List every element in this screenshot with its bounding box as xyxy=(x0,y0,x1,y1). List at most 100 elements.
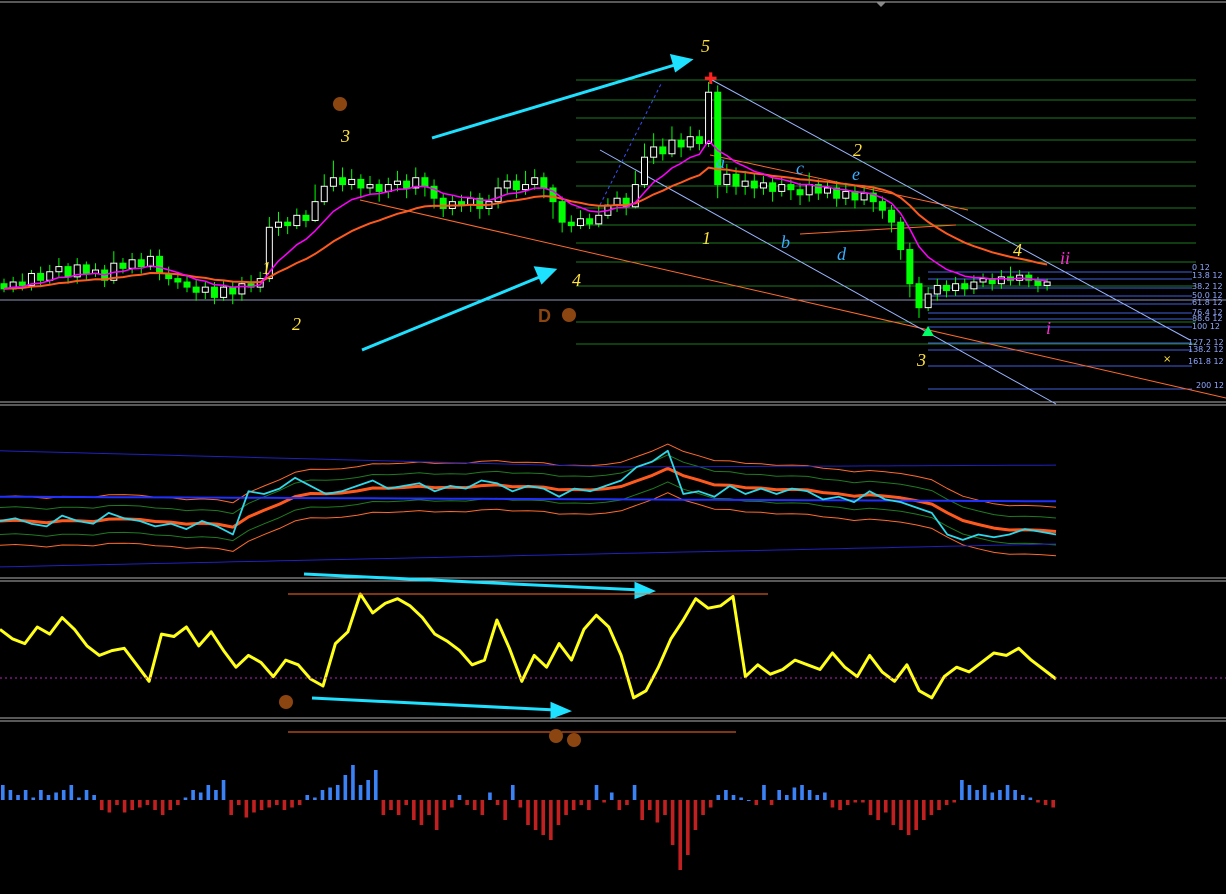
wave-label: 2 xyxy=(292,314,301,334)
hist-bar-down xyxy=(602,800,606,803)
hist-bar-down xyxy=(579,800,584,805)
hist-bar-up xyxy=(214,790,218,800)
hist-bar-down xyxy=(282,800,287,810)
hist-bar-up xyxy=(1,785,5,800)
hist-bar-down xyxy=(275,800,279,805)
candle-bull xyxy=(531,177,539,186)
hist-bar-down xyxy=(427,800,431,815)
hist-bar-down xyxy=(153,800,157,810)
hist-bar-down xyxy=(145,800,150,805)
candle-bear xyxy=(1034,279,1042,286)
hist-bar-up xyxy=(1005,785,1010,800)
hist-bar-down xyxy=(168,800,173,810)
hist-bar-down xyxy=(929,800,934,815)
hist-bar-up xyxy=(990,792,995,800)
hist-bar-down xyxy=(944,800,949,805)
hist-bar-up xyxy=(77,797,81,800)
hist-bar-up xyxy=(1028,797,1033,800)
candle-bull xyxy=(924,293,932,309)
hist-bar-up xyxy=(358,785,363,800)
hist-bar-up xyxy=(8,790,13,800)
wave-label: 4 xyxy=(1013,240,1022,260)
hist-bar-down xyxy=(518,800,523,808)
candle-bull xyxy=(348,178,356,186)
hist-bar-down xyxy=(503,800,507,820)
hist-bar-down xyxy=(1051,800,1055,808)
wave-label: 1 xyxy=(262,258,271,278)
hist-bar-down xyxy=(830,800,835,808)
fib-label-13: 13.8 12 xyxy=(1192,271,1223,280)
hist-bar-down xyxy=(115,800,119,805)
candle-bull xyxy=(979,278,987,283)
candle-bull xyxy=(275,221,282,228)
candle-bear xyxy=(210,286,218,298)
fib-label-61: 61.8 12 xyxy=(1192,298,1223,307)
candle-bear xyxy=(302,214,310,221)
hist-bar-up xyxy=(54,792,58,800)
hist-bar-down xyxy=(906,800,911,835)
wave-label: d xyxy=(837,244,847,264)
candle-bear xyxy=(174,278,182,283)
candle-bull xyxy=(668,139,676,155)
chart-background xyxy=(0,0,1226,894)
candle-bull xyxy=(842,190,850,199)
candle-bull xyxy=(576,218,584,227)
candle-bear xyxy=(878,201,886,211)
hist-bar-up xyxy=(975,790,979,800)
candle-bear xyxy=(512,180,520,191)
candle-bear xyxy=(897,221,905,251)
candle-bear xyxy=(82,264,90,274)
candle-bull xyxy=(1043,281,1051,286)
candle-bear xyxy=(119,262,127,269)
hist-bar-up xyxy=(328,787,332,800)
hist-bar-down xyxy=(495,800,500,805)
hist-bar-up xyxy=(488,792,492,800)
hist-bar-down xyxy=(564,800,568,815)
candle-bear xyxy=(156,255,164,274)
candle-bear xyxy=(787,184,795,191)
candle-bear xyxy=(659,146,667,155)
hist-bar-down xyxy=(122,800,127,813)
hist-bar-down xyxy=(868,800,873,815)
candle-bear xyxy=(229,286,237,295)
hist-bar-up xyxy=(335,785,340,800)
candle-bear xyxy=(192,286,200,293)
candle-bear xyxy=(421,177,429,187)
hist-bar-up xyxy=(823,792,827,800)
hist-bar-up xyxy=(84,790,89,800)
hist-bar-down xyxy=(861,800,865,803)
hist-bar-down xyxy=(708,800,713,808)
hist-bar-down xyxy=(480,800,485,815)
candle-bear xyxy=(183,281,191,288)
hist-bar-down xyxy=(625,800,629,805)
hist-bar-down xyxy=(899,800,903,830)
hist-bar-down xyxy=(647,800,652,810)
hist-bar-down xyxy=(259,800,264,810)
hist-bar-down xyxy=(138,800,142,808)
hist-bar-down xyxy=(434,800,439,830)
hist-bar-down xyxy=(267,800,272,808)
hist-bar-up xyxy=(632,785,637,800)
fib-label-38: 38.2 12 xyxy=(1192,282,1223,291)
hist-bar-up xyxy=(69,785,74,800)
hist-bar-down xyxy=(442,800,447,810)
candle-bull xyxy=(650,146,658,158)
wave-label: 3 xyxy=(916,350,926,370)
hist-bar-down xyxy=(891,800,896,825)
hist-bar-up xyxy=(23,790,28,800)
hist-bar-up xyxy=(92,795,96,800)
hist-bar-up xyxy=(198,792,203,800)
hist-bar-up xyxy=(31,797,36,800)
pivot-dot xyxy=(333,97,347,111)
candle-bear xyxy=(586,218,594,225)
hist-bar-down xyxy=(655,800,660,823)
candle-bull xyxy=(293,214,301,227)
hist-bar-down xyxy=(381,800,386,815)
wave-label: b xyxy=(781,232,790,252)
hist-bar-up xyxy=(343,775,348,800)
hist-bar-down xyxy=(556,800,561,825)
pivot-dot xyxy=(549,729,563,743)
candle-bull xyxy=(759,182,767,189)
hist-bar-down xyxy=(693,800,698,830)
candle-bull xyxy=(805,184,813,196)
